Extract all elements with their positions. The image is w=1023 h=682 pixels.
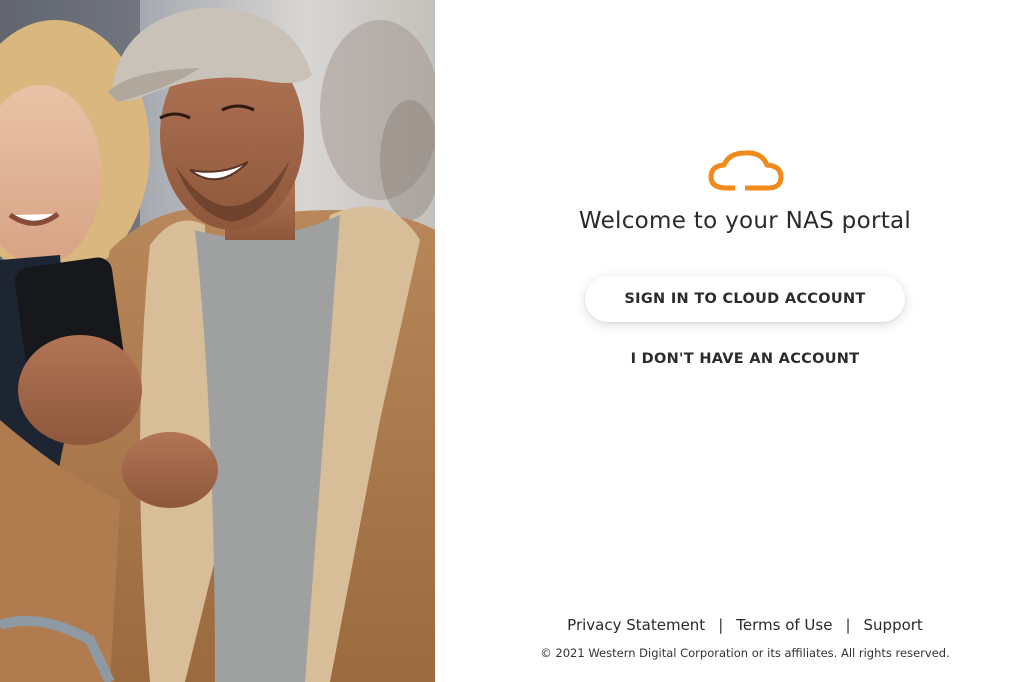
cloud-icon: [708, 150, 784, 192]
footer-separator: |: [718, 616, 724, 634]
no-account-button[interactable]: I DON'T HAVE AN ACCOUNT: [625, 350, 866, 368]
login-form: Welcome to your NAS portal SIGN IN TO CL…: [435, 148, 1023, 368]
page-title: Welcome to your NAS portal: [578, 208, 912, 234]
footer-separator: |: [845, 616, 851, 634]
support-link[interactable]: Support: [864, 616, 923, 634]
hero-photo: [0, 0, 435, 682]
hero-illustration: [0, 0, 435, 682]
login-panel: Welcome to your NAS portal SIGN IN TO CL…: [435, 0, 1023, 682]
terms-of-use-link[interactable]: Terms of Use: [736, 616, 832, 634]
copyright-text: © 2021 Western Digital Corporation or it…: [540, 646, 950, 660]
privacy-statement-link[interactable]: Privacy Statement: [567, 616, 705, 634]
footer: Privacy Statement | Terms of Use | Suppo…: [435, 616, 1023, 660]
login-page: Welcome to your NAS portal SIGN IN TO CL…: [0, 0, 1023, 682]
sign-in-cloud-button[interactable]: SIGN IN TO CLOUD ACCOUNT: [585, 276, 905, 322]
footer-links: Privacy Statement | Terms of Use | Suppo…: [567, 616, 923, 634]
